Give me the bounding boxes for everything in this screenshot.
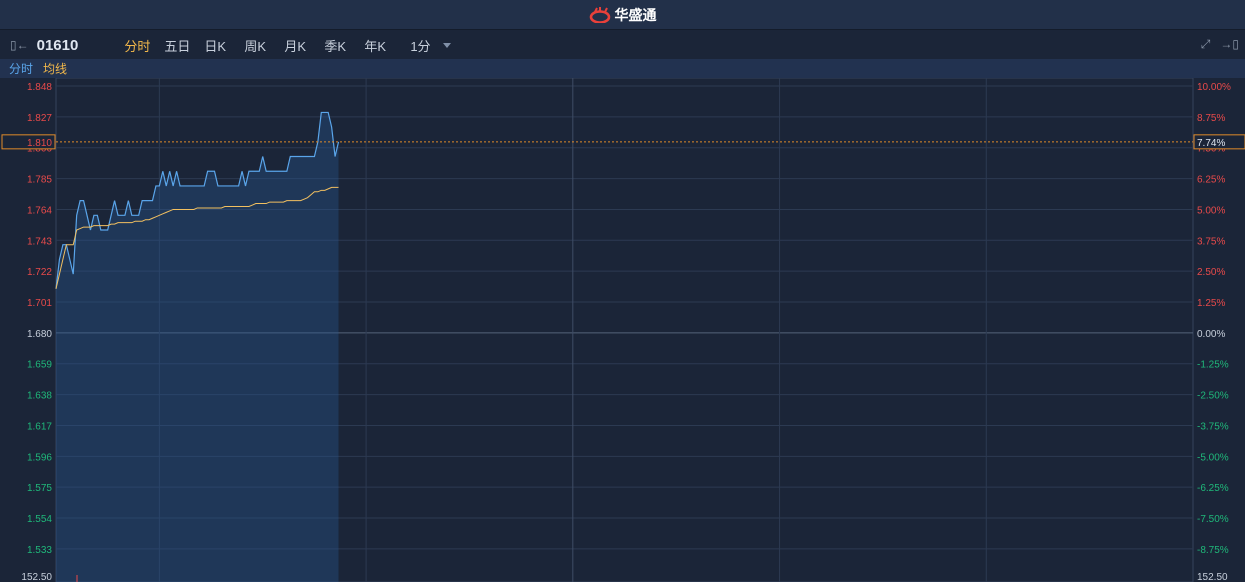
percent-tick-label: 10.00% (1197, 82, 1231, 93)
tab-daily-k[interactable]: 日K (204, 36, 244, 55)
chevron-down-icon (442, 42, 451, 48)
app-logo: 华盛通 (589, 5, 657, 25)
percent-tick-label: -5.00% (1197, 452, 1229, 463)
percent-tick-label: 8.75% (1197, 113, 1225, 124)
percent-tick-label: 3.75% (1197, 236, 1225, 247)
price-tick-label: 1.533 (27, 545, 52, 556)
title-bar: 华盛通 (0, 0, 1245, 30)
percent-tick-label: 2.50% (1197, 267, 1225, 278)
collapse-left-icon[interactable]: ▯← (10, 38, 29, 52)
tab-quarterly-k[interactable]: 季K (324, 36, 364, 55)
price-tick-label: 1.596 (27, 452, 52, 463)
tab-monthly-k[interactable]: 月K (284, 36, 324, 55)
percent-tick-label: -1.25% (1197, 360, 1229, 371)
intraday-chart[interactable]: 1.84810.00%1.8278.75%1.8067.50%1.7856.25… (0, 78, 1245, 582)
price-tick-label: 1.638 (27, 391, 52, 402)
tab-intraday[interactable]: 分时 (124, 36, 164, 55)
percent-tick-label: 5.00% (1197, 205, 1225, 216)
percent-tick-label: -7.50% (1197, 514, 1229, 525)
price-tick-label: 1.575 (27, 483, 52, 494)
price-tick-label: 1.848 (27, 82, 52, 93)
fullscreen-icon[interactable]: ⤢ (1201, 37, 1211, 52)
percent-tick-label: 0.00% (1197, 329, 1225, 340)
price-tick-label: 1.554 (27, 514, 52, 525)
tab-yearly-k[interactable]: 年K (364, 36, 404, 55)
price-tick-label: 1.659 (27, 360, 52, 371)
volume-label-left: 152.50 (21, 572, 52, 582)
percent-tick-label: -6.25% (1197, 483, 1229, 494)
logo-icon (589, 6, 610, 23)
current-price-label: 1.810 (27, 138, 52, 149)
percent-tick-label: -8.75% (1197, 545, 1229, 556)
price-tick-label: 1.785 (27, 175, 52, 186)
price-tick-label: 1.764 (27, 205, 52, 216)
toolbar: ▯← 01610 分时 五日 日K 周K 月K 季K 年K 1分 ⤢ →▯ (0, 31, 1245, 59)
percent-tick-label: 1.25% (1197, 298, 1225, 309)
stock-code: 01610 (36, 36, 79, 54)
price-tick-label: 1.743 (27, 236, 52, 247)
period-value: 1分 (410, 38, 431, 54)
tab-weekly-k[interactable]: 周K (244, 36, 284, 55)
percent-tick-label: -3.75% (1197, 421, 1229, 432)
volume-label-right: 152.50 (1197, 572, 1228, 582)
collapse-right-icon[interactable]: →▯ (1220, 37, 1239, 52)
period-tabs: 分时 五日 日K 周K 月K 季K 年K (124, 36, 404, 55)
percent-tick-label: -2.50% (1197, 391, 1229, 402)
current-pct-label: 7.74% (1197, 138, 1225, 149)
price-tick-label: 1.680 (27, 329, 52, 340)
price-tick-label: 1.827 (27, 113, 52, 124)
tab-five-day[interactable]: 五日 (164, 36, 204, 55)
price-tick-label: 1.701 (27, 298, 52, 309)
legend-price: 分时 (9, 62, 34, 76)
minute-period-select[interactable]: 1分 (410, 36, 451, 55)
percent-tick-label: 6.25% (1197, 175, 1225, 186)
price-tick-label: 1.617 (27, 421, 52, 432)
legend-average: 均线 (43, 62, 68, 76)
app-title: 华盛通 (614, 6, 657, 23)
chart-legend: 分时 均线 (0, 59, 1245, 78)
price-tick-label: 1.722 (27, 267, 52, 278)
